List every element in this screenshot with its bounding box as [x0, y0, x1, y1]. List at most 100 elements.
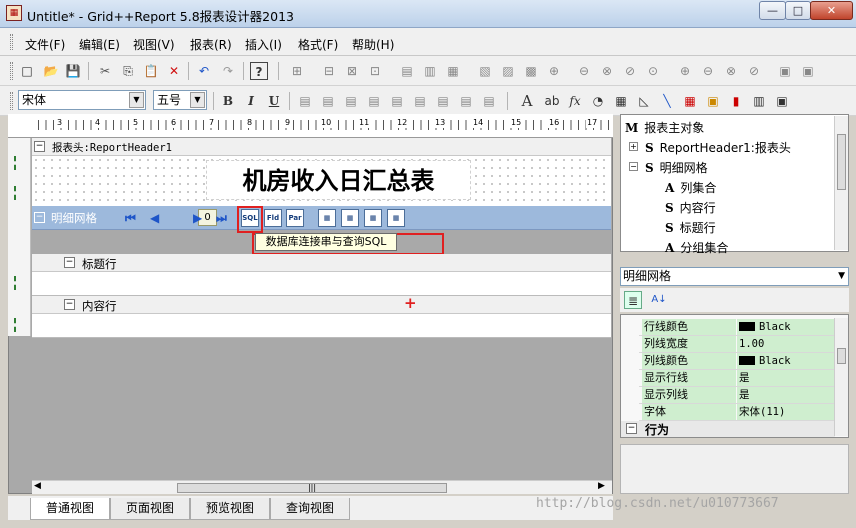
tree-node-report-header[interactable]: S ReportHeader1:报表头 [645, 139, 791, 156]
italic-button[interactable]: I [242, 92, 260, 110]
expand-icon[interactable]: + [629, 142, 638, 151]
scroll-thumb[interactable] [837, 348, 846, 364]
menu-format[interactable]: 格式(F) [298, 36, 338, 53]
prev-record-icon[interactable]: ◀ [150, 211, 159, 225]
static-text-icon[interactable]: A [518, 92, 536, 110]
detail-grid-bar[interactable]: − 明细网格 ⏮ ◀ 0 ▶ ⏭ SQL Fld Par ▦ ▦ ▦ ▦ [32, 206, 611, 230]
picture-icon[interactable]: ▣ [704, 92, 722, 110]
subreport-icon[interactable]: ▣ [773, 92, 791, 110]
bold-button[interactable]: B [219, 92, 237, 110]
menu-view[interactable]: 视图(V) [133, 36, 175, 53]
align-top-icon[interactable]: ▤ [398, 62, 416, 80]
collapse-icon[interactable]: − [34, 141, 45, 152]
tree-node-groups[interactable]: A 分组集合 [665, 239, 728, 256]
grid-format-icon[interactable]: ▦ [387, 209, 405, 227]
report-title-box[interactable]: 机房收入日汇总表 [206, 160, 471, 200]
text-bottom-center-icon[interactable]: ▤ [457, 92, 475, 110]
property-row[interactable]: 列线宽度 1.00 [639, 336, 835, 353]
scroll-thumb[interactable] [837, 134, 846, 190]
object-selector[interactable]: 明细网格 ▼ [620, 267, 849, 286]
maximize-button[interactable]: □ [785, 1, 811, 20]
align-grid-icon[interactable]: ⊞ [288, 62, 306, 80]
chevron-down-icon[interactable]: ▼ [190, 92, 205, 108]
object-tree[interactable]: M 报表主对象 + S ReportHeader1:报表头 − S 明细网格 A 列集合… [620, 114, 849, 255]
scroll-right-icon[interactable]: ▶ [598, 481, 605, 491]
vspace-dec-icon[interactable]: ⊗ [722, 62, 740, 80]
vspace-inc-icon[interactable]: ⊖ [699, 62, 717, 80]
text-bottom-left-icon[interactable]: ▤ [434, 92, 452, 110]
tab-query-view[interactable]: 查询视图 [270, 498, 350, 520]
group-icon[interactable]: ▦ [341, 209, 359, 227]
sort-az-icon[interactable]: A↓ [650, 291, 668, 309]
menu-file[interactable]: 文件(F) [25, 36, 65, 53]
categorized-icon[interactable]: ≣ [624, 291, 642, 309]
report-header-band[interactable]: − 报表头:ReportHeader1 [32, 138, 611, 156]
font-name-combo[interactable]: 宋体 ▼ [18, 90, 146, 110]
text-top-left-icon[interactable]: ▤ [296, 92, 314, 110]
datetime-icon[interactable]: ◔ [589, 92, 607, 110]
field-set-icon[interactable]: Fld [264, 209, 282, 227]
system-var-icon[interactable]: ▦ [612, 92, 630, 110]
cross-tab-icon[interactable]: ▦ [364, 209, 382, 227]
property-row[interactable]: 显示行线是 [639, 370, 835, 387]
text-top-center-icon[interactable]: ▤ [319, 92, 337, 110]
chevron-down-icon[interactable]: ▼ [129, 92, 144, 108]
horizontal-scrollbar[interactable]: ◀ ||| ▶ [32, 480, 612, 494]
hspace-remove-icon[interactable]: ⊙ [644, 62, 662, 80]
hspace-equal-icon[interactable]: ⊖ [575, 62, 593, 80]
tree-node-detail-grid[interactable]: S 明细网格 [645, 159, 708, 176]
vspace-equal-icon[interactable]: ⊕ [676, 62, 694, 80]
title-row-band[interactable]: − 标题行 [32, 254, 611, 272]
delete-icon[interactable]: ✕ [165, 62, 183, 80]
minimize-button[interactable]: — [759, 1, 786, 20]
same-width-icon[interactable]: ▧ [476, 62, 494, 80]
font-size-combo[interactable]: 五号 ▼ [153, 90, 207, 110]
scroll-thumb[interactable]: ||| [177, 483, 447, 493]
text-mid-left-icon[interactable]: ▤ [365, 92, 383, 110]
tab-normal-view[interactable]: 普通视图 [30, 498, 110, 520]
new-icon[interactable]: □ [18, 62, 36, 80]
property-row[interactable]: 行线颜色 Black [639, 319, 835, 336]
scroll-left-icon[interactable]: ◀ [34, 481, 41, 491]
send-back-icon[interactable]: ▣ [799, 62, 817, 80]
field-box-icon[interactable]: ab [543, 92, 561, 110]
align-right-icon[interactable]: ⊡ [366, 62, 384, 80]
close-button[interactable]: ✕ [810, 1, 853, 20]
copy-icon[interactable]: ⎘ [119, 62, 137, 80]
tree-node-title-row[interactable]: S 标题行 [665, 219, 716, 236]
title-row-body[interactable] [32, 272, 611, 296]
column-icon[interactable]: ▦ [318, 209, 336, 227]
property-row[interactable]: 显示列线是 [639, 387, 835, 404]
align-left-icon[interactable]: ⊟ [320, 62, 338, 80]
text-bottom-right-icon[interactable]: ▤ [480, 92, 498, 110]
hspace-dec-icon[interactable]: ⊘ [621, 62, 639, 80]
param-icon[interactable]: Par [286, 209, 304, 227]
cut-icon[interactable]: ✂ [96, 62, 114, 80]
tab-page-view[interactable]: 页面视图 [110, 498, 190, 520]
content-row-body[interactable] [32, 314, 611, 338]
collapse-icon[interactable]: − [64, 299, 75, 310]
help-icon[interactable]: ? [250, 62, 268, 80]
size-to-grid-icon[interactable]: ⊕ [545, 62, 563, 80]
menu-edit[interactable]: 编辑(E) [79, 36, 120, 53]
menu-report[interactable]: 报表(R) [190, 36, 232, 53]
align-bottom-icon[interactable]: ▦ [444, 62, 462, 80]
open-icon[interactable]: 📂 [42, 62, 60, 80]
collapse-icon[interactable]: − [629, 162, 638, 171]
tree-node-content-row[interactable]: S 内容行 [665, 199, 716, 216]
tree-scrollbar[interactable] [834, 116, 848, 250]
hspace-inc-icon[interactable]: ⊗ [598, 62, 616, 80]
align-center-icon[interactable]: ⊠ [343, 62, 361, 80]
barcode-icon[interactable]: ▥ [750, 92, 768, 110]
underline-button[interactable]: U [265, 92, 283, 110]
paste-icon[interactable]: 📋 [142, 62, 160, 80]
save-icon[interactable]: 💾 [64, 62, 82, 80]
text-mid-center-icon[interactable]: ▤ [388, 92, 406, 110]
property-scrollbar[interactable] [834, 318, 848, 436]
content-row-band[interactable]: − 内容行 + [32, 294, 611, 314]
text-top-right-icon[interactable]: ▤ [342, 92, 360, 110]
line-icon[interactable]: ╲ [658, 92, 676, 110]
tree-node-columns[interactable]: A 列集合 [665, 179, 716, 196]
property-grid[interactable]: 行线颜色 Black 列线宽度 1.00 列线颜色 Black 显示行线是 显示列线是… [620, 314, 849, 438]
property-row[interactable]: 列线颜色 Black [639, 353, 835, 370]
